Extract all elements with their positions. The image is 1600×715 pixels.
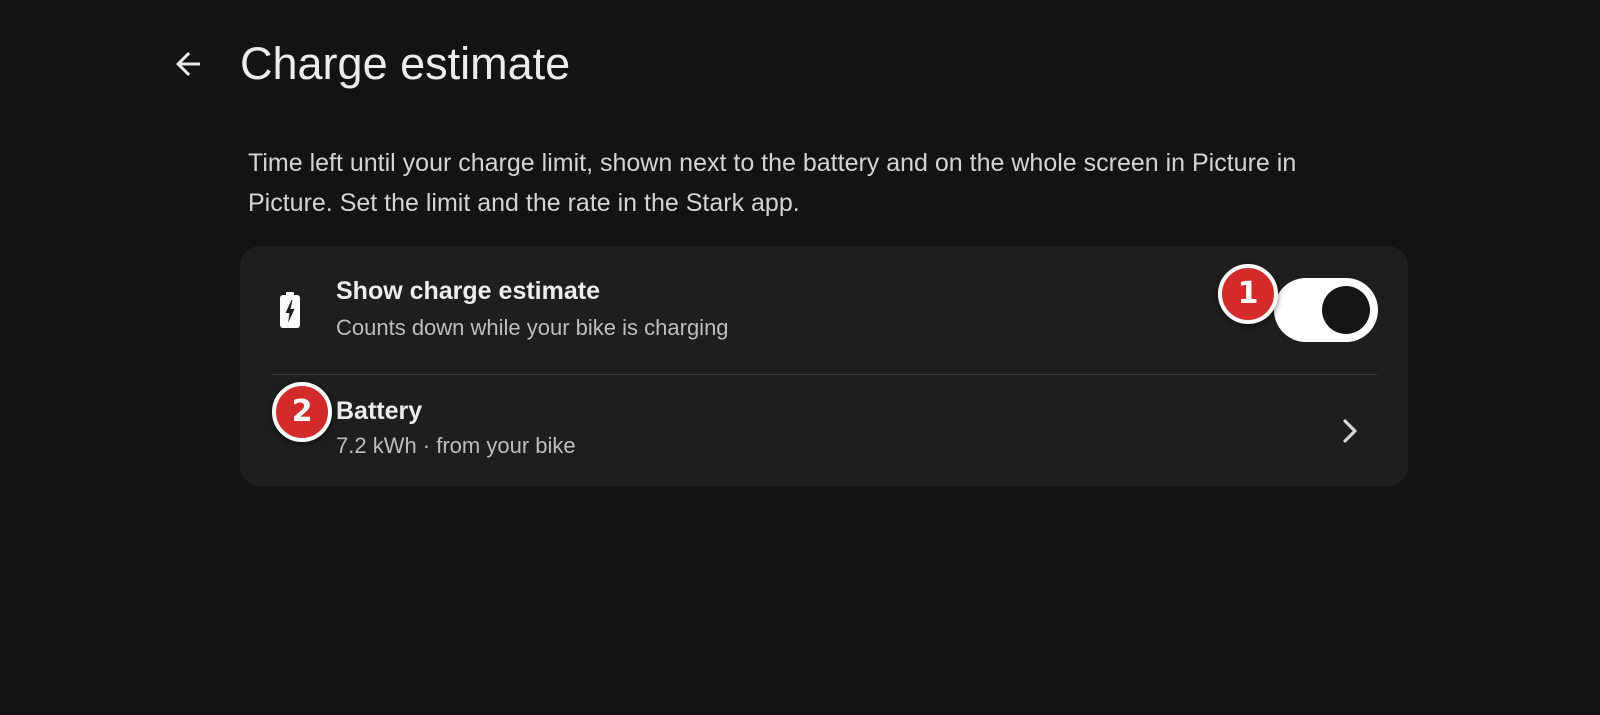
chevron-right-icon [1343, 419, 1357, 443]
annotation-marker-2: 2 [272, 382, 332, 442]
battery-subtitle: 7.2 kWh · from your bike [336, 433, 576, 458]
show-charge-estimate-subtitle: Counts down while your bike is charging [336, 315, 729, 340]
back-button[interactable] [168, 44, 208, 84]
annotation-marker-1: 1 [1218, 264, 1278, 324]
toggle-knob [1322, 286, 1370, 334]
page-title: Charge estimate [240, 38, 571, 89]
battery-charging-icon [280, 292, 300, 328]
arrow-back-icon [176, 52, 200, 76]
battery-title: Battery [336, 397, 423, 425]
page-description: Time left until your charge limit, shown… [248, 149, 1297, 217]
show-charge-estimate-title: Show charge estimate [336, 277, 600, 305]
show-charge-estimate-toggle[interactable] [1274, 278, 1378, 342]
battery-row[interactable]: Battery 7.2 kWh · from your bike [240, 375, 1408, 486]
